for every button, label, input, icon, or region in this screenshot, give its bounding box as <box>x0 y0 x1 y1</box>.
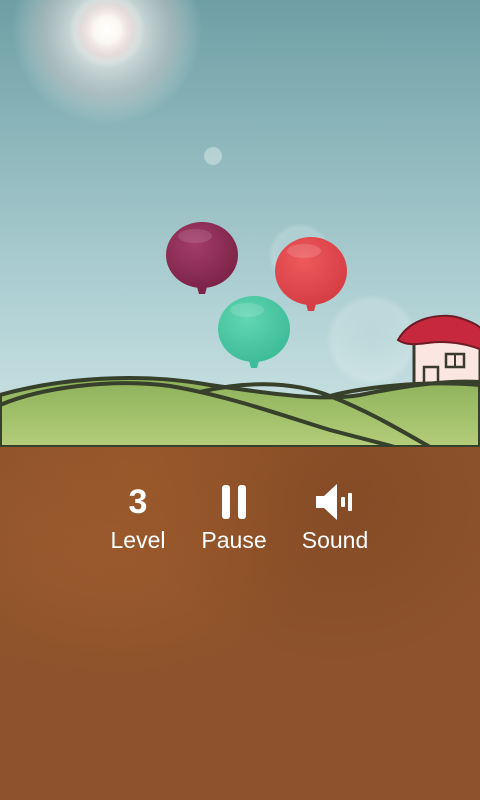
sound-button[interactable]: Sound <box>295 483 375 553</box>
sound-label: Sound <box>301 527 369 553</box>
lens-flare <box>204 147 222 165</box>
pause-icon <box>193 483 275 521</box>
pause-label: Pause <box>201 527 267 553</box>
level-indicator: 3 Level <box>100 483 176 553</box>
pause-button[interactable]: Pause <box>193 483 275 553</box>
game-scene <box>0 0 480 447</box>
level-label: Level <box>110 527 166 553</box>
hills <box>0 376 480 447</box>
speaker-icon <box>295 483 375 521</box>
game-scene-svg <box>0 0 480 447</box>
level-number: 3 <box>128 483 148 521</box>
